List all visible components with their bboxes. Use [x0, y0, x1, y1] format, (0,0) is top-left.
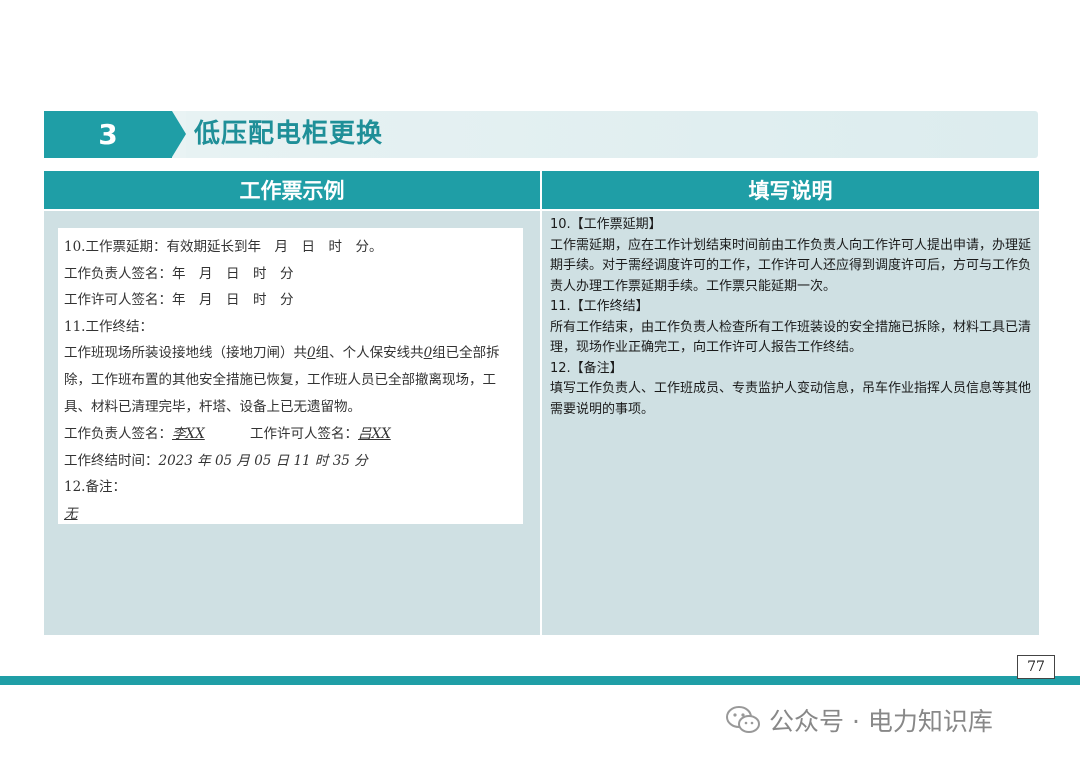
instructions-cell: 10.【工作票延期】 工作需延期，应在工作计划结束时间前由工作负责人向工作许可人…: [542, 211, 1039, 635]
instructions-text: 10.【工作票延期】 工作需延期，应在工作计划结束时间前由工作负责人向工作许可人…: [550, 215, 1032, 420]
wechat-icon: [726, 706, 760, 733]
title-arrow-icon: [172, 111, 186, 157]
page-number: 77: [1017, 655, 1055, 679]
watermark-text: 公众号 · 电力知识库: [769, 707, 993, 736]
instr-body-notes: 填写工作负责人、工作班成员、专责监护人变动信息，吊车作业指挥人员信息等其他需要说…: [550, 381, 1032, 417]
footer-rule: [0, 676, 1080, 685]
extension-line: 10.工作票延期：有效期延长到年 月 日 时 分。: [64, 239, 383, 255]
example-cell: 10.工作票延期：有效期延长到年 月 日 时 分。 工作负责人签名：年 月 日 …: [44, 211, 540, 635]
example-table: 工作票示例 填写说明 10.工作票延期：有效期延长到年 月 日 时 分。 工作负…: [44, 171, 1039, 635]
completion-paragraph: 工作班现场所装设接地线（接地刀闸）共0组、个人保安线共0组已全部拆除，工作班布置…: [64, 340, 517, 421]
completion-text-a: 工作班现场所装设接地线（接地刀闸）共: [64, 345, 307, 361]
end-time-label: 工作终结时间：: [64, 452, 159, 469]
work-ticket-excerpt: 10.工作票延期：有效期延长到年 月 日 时 分。 工作负责人签名：年 月 日 …: [58, 228, 523, 524]
notes-value: 无: [64, 505, 78, 522]
leader-signature: 李XX: [172, 426, 205, 442]
extension-leader-signature: 工作负责人签名：年 月 日 时 分: [64, 265, 294, 282]
completion-text-b: 组、个人保安线共: [315, 345, 424, 361]
instr-body-completion: 所有工作结束，由工作负责人检查所有工作班装设的安全措施已拆除，材料工具已清理，现…: [550, 319, 1032, 356]
end-time-line: 工作终结时间：2023 年 05 月 05 日 11 时 35 分: [64, 448, 517, 475]
completion-signatures: 工作负责人签名：李XX 工作许可人签名：吕XX: [64, 421, 517, 448]
header-example: 工作票示例: [44, 171, 540, 209]
instr-body-extension: 工作需延期，应在工作计划结束时间前由工作负责人向工作许可人提出申请，办理延期手续…: [550, 237, 1032, 294]
notes-heading: 12.备注：: [64, 479, 126, 495]
header-instructions: 填写说明: [542, 171, 1039, 209]
permit-signature: 吕XX: [358, 426, 391, 442]
end-time-value: 2023 年 05 月 05 日 11 时 35 分: [158, 452, 368, 469]
notes-line: 无: [64, 501, 517, 528]
leader-signature-label: 工作负责人签名：: [64, 426, 172, 442]
extension-permit-signature: 工作许可人签名：年 月 日 时 分: [64, 292, 294, 308]
personal-line-count: 0: [423, 345, 433, 361]
watermark: 公众号 · 电力知识库: [725, 700, 993, 740]
instr-heading-notes: 12.【备注】: [550, 360, 623, 376]
permit-signature-label: 工作许可人签名：: [250, 426, 358, 442]
instr-heading-extension: 10.【工作票延期】: [550, 217, 662, 232]
section-number: 3: [44, 111, 172, 158]
ground-wire-count: 0: [307, 345, 316, 361]
completion-heading: 11.工作终结：: [64, 318, 153, 335]
instr-heading-completion: 11.【工作终结】: [550, 299, 649, 314]
section-title: 低压配电柜更换: [194, 119, 384, 149]
